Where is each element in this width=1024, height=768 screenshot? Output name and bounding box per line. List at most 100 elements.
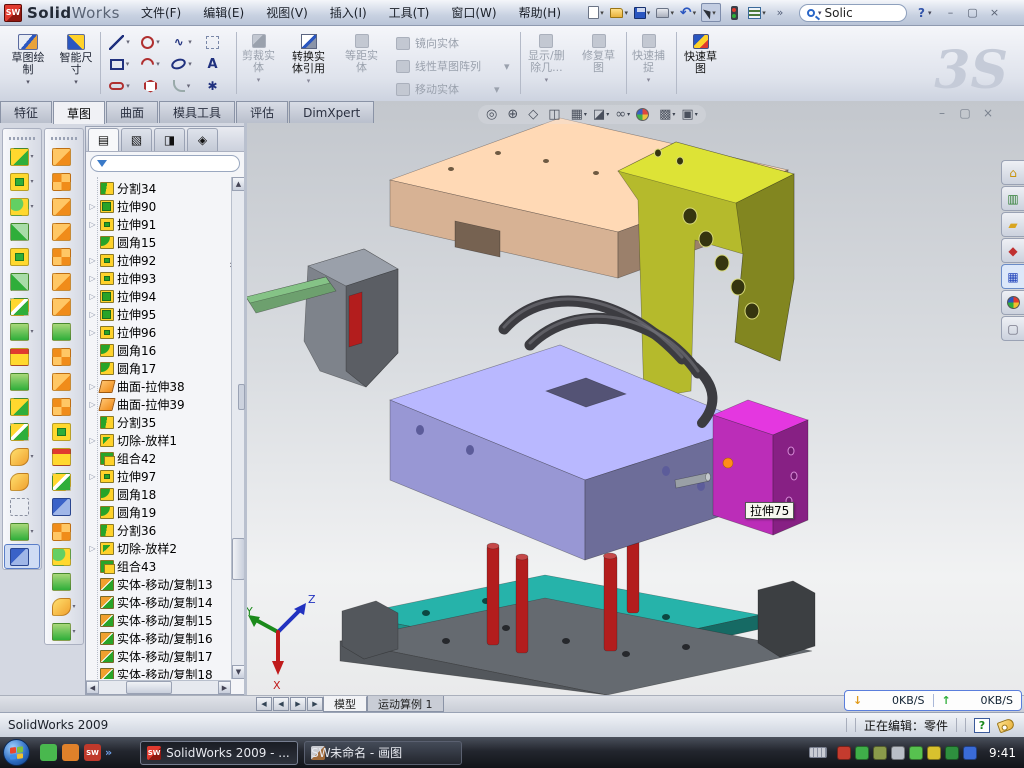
replace-face-icon[interactable]: ▾	[46, 419, 82, 444]
displaymanager-tab[interactable]: ◈	[187, 128, 218, 151]
chamfer-icon[interactable]: ▾	[4, 219, 40, 244]
minimize-button[interactable]: –	[941, 5, 959, 20]
quick-launch-more-icon[interactable]: »	[105, 746, 112, 759]
offset-surface-icon[interactable]: ▾	[46, 344, 82, 369]
doc-restore-button[interactable]: ▢	[957, 106, 973, 120]
tree-item[interactable]: ▷ 拉伸90	[86, 197, 231, 215]
custom-properties-tab[interactable]: ▢	[1001, 316, 1024, 341]
graphics-viewport[interactable]: Y Z X ◎ ▾ ⊕ ▾ ◇ ▾ ◫ ▾ ▦ ▾ ◪ ▾	[246, 101, 1024, 695]
section-view-icon[interactable]: ◫ ▾	[546, 106, 566, 123]
quick-tips-button[interactable]: ?	[974, 718, 990, 733]
tree-item[interactable]: ▷ 分割36	[86, 521, 231, 539]
tree-item[interactable]: ▷ 拉伸96	[86, 323, 231, 341]
tab-nav-button[interactable]: ▶	[307, 697, 323, 711]
hole-wizard-icon[interactable]: ▾	[4, 294, 40, 319]
display-style-icon[interactable]: ◪ ▾	[591, 106, 611, 123]
tree-item[interactable]: ▷ 曲面-拉伸39	[86, 395, 231, 413]
ribbon-tab[interactable]: 草图	[53, 101, 105, 124]
scroll-left-icon[interactable]: ◀	[86, 681, 99, 694]
tree-item[interactable]: ▷ 圆角15	[86, 233, 231, 251]
model-tab[interactable]: 模型	[323, 696, 367, 712]
tree-item[interactable]: ▷ 实体-移动/复制15	[86, 611, 231, 629]
rectangle-tool-button[interactable]: ▾	[104, 59, 135, 70]
search-box[interactable]: ▾ Solic	[799, 4, 907, 22]
tree-item[interactable]: ▷ 实体-移动/复制16	[86, 629, 231, 647]
polygon-tool-button[interactable]	[135, 80, 166, 93]
slot-tool-button[interactable]: ▾	[104, 82, 135, 90]
open-button[interactable]: ▾	[609, 3, 629, 22]
linear-pattern-icon[interactable]: ▾	[4, 319, 40, 344]
expand-arrow-icon[interactable]: ▷	[88, 220, 97, 229]
expand-arrow-icon[interactable]: ▷	[88, 400, 97, 409]
scale-icon[interactable]: ▾	[46, 494, 82, 519]
tree-item[interactable]: ▷ 组合42	[86, 449, 231, 467]
search-scope-chevron-icon[interactable]: ▾	[818, 9, 822, 17]
menu-item[interactable]: 窗口(W)	[440, 3, 507, 23]
swept-surface-icon[interactable]: ▾	[46, 194, 82, 219]
restore-button[interactable]: ▢	[963, 5, 981, 20]
search-input[interactable]: Solic	[825, 6, 853, 20]
propertymanager-tab[interactable]: ▧	[121, 128, 152, 151]
axis-icon[interactable]: ▾	[4, 494, 40, 519]
tree-item[interactable]: ▷ 拉伸93	[86, 269, 231, 287]
sync-tray-icon[interactable]	[909, 746, 923, 760]
zoom-area-icon[interactable]: ⊕ ▾	[505, 106, 524, 123]
fill-surface-icon[interactable]: ▾	[46, 294, 82, 319]
tree-item[interactable]: ▷ 拉伸92	[86, 251, 231, 269]
draft-analysis-icon[interactable]: ▾	[46, 469, 82, 494]
expand-arrow-icon[interactable]: ▷	[88, 310, 97, 319]
toolbar-overflow-button[interactable]: »	[770, 3, 790, 22]
freeform-icon[interactable]: ▾	[46, 319, 82, 344]
tags-icon[interactable]	[997, 717, 1016, 733]
box-select-button[interactable]	[197, 36, 228, 49]
menu-item[interactable]: 编辑(E)	[192, 3, 255, 23]
task-button[interactable]: SW SolidWorks 2009 - ...	[140, 741, 298, 765]
appearances-tab[interactable]	[1001, 290, 1024, 315]
parting-line-icon[interactable]: ▾	[46, 444, 82, 469]
menu-item[interactable]: 插入(I)	[319, 3, 378, 23]
view-settings-icon[interactable]: ▦ ▾	[569, 106, 589, 123]
tree-item[interactable]: ▷ 圆角18	[86, 485, 231, 503]
volume-tray-icon[interactable]	[891, 746, 905, 760]
design-library-tab[interactable]: ▥	[1001, 186, 1024, 211]
tree-item[interactable]: ▷ 拉伸91	[86, 215, 231, 233]
panel-splitter-grip[interactable]	[238, 384, 245, 410]
update-tray-icon[interactable]	[873, 746, 887, 760]
expand-arrow-icon[interactable]: ▷	[88, 274, 97, 283]
scene-icon[interactable]: ▩ ▾	[657, 106, 677, 123]
sketch-text-button[interactable]: A	[197, 57, 228, 72]
dome-icon[interactable]: ▾	[46, 569, 82, 594]
ribbon-tab[interactable]: 模具工具	[159, 101, 235, 123]
expand-arrow-icon[interactable]: ▷	[88, 202, 97, 211]
menu-item[interactable]: 工具(T)	[378, 3, 441, 23]
reference-geometry-icon[interactable]: ▾	[46, 594, 82, 619]
print-button[interactable]: ▾	[655, 3, 675, 22]
expand-arrow-icon[interactable]: ▷	[88, 328, 97, 337]
configurationmanager-tab[interactable]: ◨	[154, 128, 185, 151]
messenger-quick-icon[interactable]	[40, 744, 57, 761]
revolve-surface-icon[interactable]: ▾	[46, 169, 82, 194]
model-scene[interactable]: Y Z X	[246, 101, 1024, 695]
clamp-bracket-part[interactable]	[618, 142, 794, 399]
sketch-button[interactable]: 草图绘 制▾	[6, 30, 50, 96]
file-explorer-tab[interactable]: ▰	[1001, 212, 1024, 237]
parting-surface-icon[interactable]: ▾	[46, 519, 82, 544]
tree-item[interactable]: ▷ 切除-放样2	[86, 539, 231, 557]
scroll-right-icon[interactable]: ▶	[218, 681, 231, 694]
shell-icon[interactable]: ▾	[4, 244, 40, 269]
tree-item[interactable]: ▷ 拉伸94	[86, 287, 231, 305]
rapid-sketch-button[interactable]: 快速草 图	[684, 34, 717, 75]
arc-tool-button[interactable]: ▾	[135, 58, 166, 71]
rib-icon[interactable]: ▾	[4, 344, 40, 369]
security-plus-tray-icon[interactable]	[945, 746, 959, 760]
extend-surface-icon[interactable]: ▾	[46, 144, 82, 169]
motion-study-tab[interactable]: 运动算例 1	[367, 696, 444, 712]
split-icon[interactable]: ▾	[4, 394, 40, 419]
ruled-surface-icon[interactable]: ▾	[46, 369, 82, 394]
agent-tray-icon[interactable]	[963, 746, 977, 760]
expand-arrow-icon[interactable]: ▷	[88, 436, 97, 445]
tree-item[interactable]: ▷ 圆角17	[86, 359, 231, 377]
tree-item[interactable]: ▷ 拉伸95	[86, 305, 231, 323]
keyboard-layout-icon[interactable]	[809, 747, 827, 758]
tree-item[interactable]: ▷ 拉伸97	[86, 467, 231, 485]
